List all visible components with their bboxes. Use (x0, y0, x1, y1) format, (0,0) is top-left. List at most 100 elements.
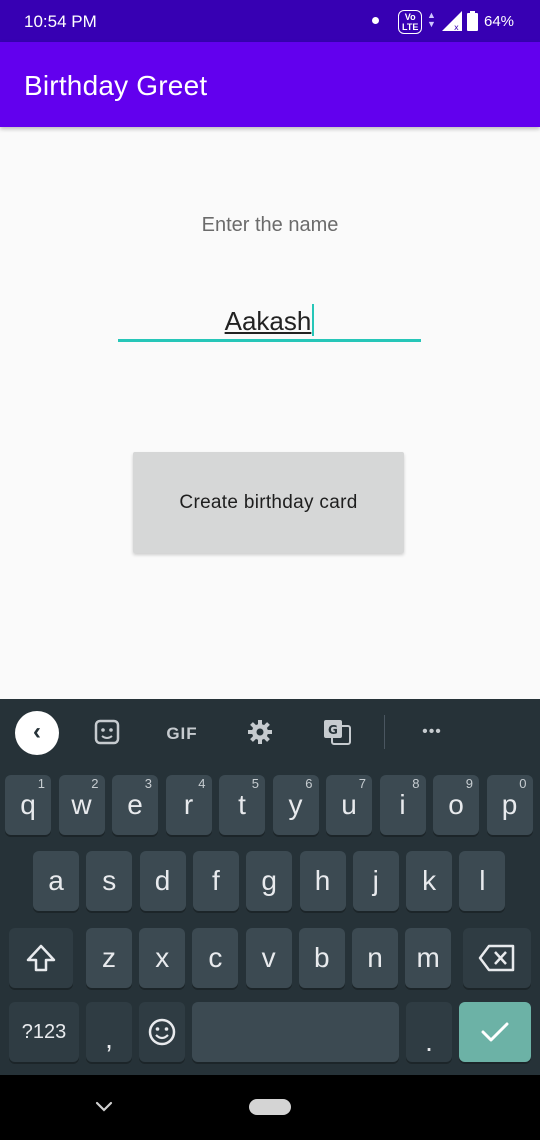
key-n[interactable]: n (352, 928, 398, 988)
emoji-key[interactable] (139, 1002, 185, 1062)
translate-icon[interactable]: G (322, 717, 352, 747)
key-o-label: o (448, 789, 464, 820)
keyboard-back-icon[interactable]: ‹ (15, 711, 59, 755)
keyboard: ‹ GIF G ••• q1w2e3r4t5y6u7i8o9p0 a s d f… (0, 699, 540, 1075)
name-value: Aakash (224, 306, 312, 336)
create-birthday-card-button[interactable]: Create birthday card (133, 452, 404, 553)
key-k-label: k (422, 865, 437, 896)
key-x-label: x (155, 942, 170, 973)
key-i-label: i (399, 789, 406, 820)
nav-back-chevron-icon[interactable] (92, 1095, 116, 1119)
volte-icon: Vo LTE (398, 10, 423, 34)
key-c[interactable]: c (192, 928, 239, 988)
key-d-label: d (154, 865, 171, 896)
key-p-hint: 0 (519, 776, 527, 791)
battery-percentage: 64% (484, 13, 515, 30)
name-input-text[interactable]: Aakash (118, 304, 421, 337)
sticker-icon[interactable] (93, 717, 121, 747)
enter-key[interactable] (459, 1002, 531, 1062)
backspace-key[interactable] (463, 928, 531, 988)
key-t[interactable]: t5 (219, 775, 265, 835)
key-p[interactable]: p0 (486, 775, 533, 835)
key-v-label: v (261, 942, 276, 973)
key-y-label: y (288, 789, 303, 820)
key-b[interactable]: b (298, 928, 345, 988)
text-cursor (312, 304, 315, 336)
key-j-label: j (372, 865, 379, 896)
key-p-label: p (501, 789, 518, 820)
key-v[interactable]: v (245, 928, 292, 988)
status-bar: 10:54 PM Vo LTE ▲ ▼ x 64% (0, 0, 540, 42)
data-activity-icon: ▲ ▼ (427, 10, 436, 29)
signal-icon: x (442, 11, 462, 31)
key-o[interactable]: o9 (433, 775, 479, 835)
backspace-icon (478, 944, 515, 972)
key-f[interactable]: f (192, 851, 239, 911)
settings-gear-icon[interactable] (246, 717, 274, 747)
battery-icon (467, 11, 478, 31)
key-r-hint: 4 (198, 776, 206, 791)
key-w-label: w (71, 789, 92, 820)
keyboard-toolbar: ‹ GIF G ••• (0, 699, 540, 765)
key-t-hint: 5 (251, 776, 259, 791)
navigation-bar (0, 1075, 540, 1140)
key-e-label: e (127, 789, 143, 820)
key-c-label: c (208, 942, 223, 973)
key-h[interactable]: h (299, 851, 346, 911)
key-q[interactable]: q1 (5, 775, 51, 835)
shift-arrow-icon (26, 944, 56, 972)
key-u-label: u (341, 789, 357, 820)
key-h-label: h (314, 865, 331, 896)
period-key[interactable]: . (406, 1002, 452, 1062)
key-y[interactable]: y6 (272, 775, 319, 835)
key-f-label: f (212, 865, 220, 896)
key-n-label: n (367, 942, 383, 973)
space-bar[interactable] (192, 1002, 399, 1062)
key-e[interactable]: e3 (112, 775, 158, 835)
key-k[interactable]: k (406, 851, 453, 911)
toolbar-divider (384, 715, 385, 749)
key-r-label: r (183, 789, 194, 820)
key-z-label: z (102, 942, 116, 973)
key-e-hint: 3 (144, 776, 152, 791)
key-r[interactable]: r4 (165, 775, 212, 835)
svg-text:G: G (328, 723, 338, 737)
name-label: Enter the name (201, 214, 339, 236)
key-l-label: l (479, 865, 486, 896)
key-s[interactable]: s (86, 851, 133, 911)
nav-home-pill[interactable] (249, 1099, 291, 1115)
shift-key[interactable] (9, 928, 73, 988)
gif-button[interactable]: GIF (160, 717, 204, 747)
key-o-hint: 9 (465, 776, 473, 791)
app-title: Birthday Greet (24, 70, 208, 101)
key-s-label: s (102, 865, 117, 896)
comma-key[interactable]: , (86, 1002, 132, 1062)
svg-text:x: x (454, 23, 459, 31)
key-b-label: b (314, 942, 330, 973)
status-time: 10:54 PM (24, 12, 97, 31)
key-a[interactable]: a (33, 851, 79, 911)
key-u[interactable]: u7 (326, 775, 372, 835)
key-x[interactable]: x (139, 928, 186, 988)
app-bar: Birthday Greet (0, 42, 540, 127)
key-l[interactable]: l (459, 851, 506, 911)
key-w-hint: 2 (91, 776, 99, 791)
key-w[interactable]: w2 (58, 775, 105, 835)
key-m[interactable]: m (405, 928, 452, 988)
notification-dot-icon (372, 17, 379, 24)
key-g[interactable]: g (246, 851, 293, 911)
key-d[interactable]: d (139, 851, 186, 911)
name-field[interactable]: Aakash (118, 292, 421, 342)
key-q-label: q (20, 789, 36, 820)
symbols-key[interactable]: ?123 (9, 1002, 79, 1062)
key-j[interactable]: j (352, 851, 399, 911)
checkmark-icon (481, 1022, 509, 1042)
more-options-icon[interactable]: ••• (414, 717, 450, 747)
key-a-label: a (48, 865, 64, 896)
emoji-smiley-icon (148, 1018, 176, 1046)
key-i-hint: 8 (412, 776, 420, 791)
key-i[interactable]: i8 (379, 775, 426, 835)
key-z[interactable]: z (86, 928, 132, 988)
key-q-hint: 1 (37, 776, 45, 791)
key-m-label: m (416, 942, 440, 973)
